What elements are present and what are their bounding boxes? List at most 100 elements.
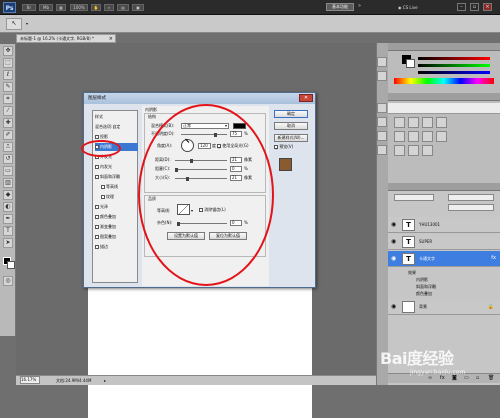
color-ramp[interactable] bbox=[394, 78, 494, 84]
gradient-map-adjust-icon[interactable] bbox=[422, 145, 433, 156]
style-checkbox[interactable] bbox=[95, 215, 99, 219]
style-item[interactable]: 内发光 bbox=[95, 163, 138, 171]
blend-mode-dropdown[interactable] bbox=[394, 194, 434, 201]
style-item[interactable]: 混合选项:自定 bbox=[95, 123, 138, 131]
arrange-documents-icon[interactable]: ▤ bbox=[117, 4, 129, 11]
delete-layer-icon[interactable]: 🗑 bbox=[488, 375, 494, 381]
path-select-tool-icon[interactable]: ➤ bbox=[3, 238, 13, 248]
bridge-button[interactable]: Br bbox=[22, 4, 36, 11]
lasso-tool-icon[interactable]: ℓ bbox=[3, 70, 13, 80]
new-style-button[interactable]: 新建样式(W)... bbox=[274, 134, 308, 142]
vibrance-adjust-icon[interactable] bbox=[394, 131, 405, 142]
effect-item[interactable]: 内阴影 bbox=[416, 276, 428, 283]
brightness-adjust-icon[interactable] bbox=[394, 117, 405, 128]
zoom-level-dropdown[interactable]: 100% bbox=[70, 4, 88, 11]
properties-panel-icon[interactable] bbox=[377, 71, 387, 81]
healing-brush-tool-icon[interactable]: ✚ bbox=[3, 118, 13, 128]
view-extras-icon[interactable]: ▦ bbox=[56, 4, 66, 11]
close-icon[interactable]: ✕ bbox=[299, 94, 313, 102]
style-checkbox[interactable] bbox=[101, 195, 105, 199]
exposure-adjust-icon[interactable] bbox=[436, 117, 447, 128]
chevron-down-icon[interactable]: ▾ bbox=[26, 21, 30, 26]
layer-row[interactable]: ◉ T SUPER bbox=[388, 234, 500, 250]
screen-mode-icon[interactable]: ▣ bbox=[132, 4, 144, 11]
style-item[interactable]: 斜面和浮雕 bbox=[95, 173, 138, 181]
history-panel-icon[interactable] bbox=[377, 57, 387, 67]
play-icon[interactable]: ▸ bbox=[104, 376, 106, 385]
paragraph-panel-icon[interactable] bbox=[377, 117, 387, 127]
opacity-field[interactable] bbox=[448, 194, 494, 201]
status-zoom[interactable]: 16.17% bbox=[20, 376, 40, 384]
ok-button[interactable]: 确定 bbox=[274, 110, 308, 118]
fx-icon[interactable]: fx bbox=[491, 255, 496, 261]
eyedropper-tool-icon[interactable]: ⁄ bbox=[3, 106, 13, 116]
move-tool-icon[interactable]: ✥ bbox=[3, 46, 13, 56]
hue-adjust-icon[interactable] bbox=[408, 131, 419, 142]
levels-adjust-icon[interactable] bbox=[408, 117, 419, 128]
fill-field[interactable] bbox=[448, 204, 494, 211]
blur-tool-icon[interactable]: ◆ bbox=[3, 190, 13, 200]
style-checkbox[interactable] bbox=[95, 245, 99, 249]
quick-mask-icon[interactable]: ◎ bbox=[3, 276, 13, 286]
quick-select-tool-icon[interactable]: ✎ bbox=[3, 82, 13, 92]
close-icon[interactable]: × bbox=[483, 3, 492, 11]
maximize-icon[interactable]: ▫ bbox=[470, 3, 479, 11]
clone-stamp-tool-icon[interactable]: ⎍ bbox=[3, 142, 13, 152]
red-slider[interactable] bbox=[418, 57, 490, 60]
curves-adjust-icon[interactable] bbox=[422, 117, 433, 128]
style-item[interactable]: 光泽 bbox=[95, 203, 138, 211]
marquee-tool-icon[interactable]: ⬚ bbox=[3, 58, 13, 68]
minimize-icon[interactable]: – bbox=[457, 3, 466, 11]
gradient-tool-icon[interactable]: ▥ bbox=[3, 178, 13, 188]
threshold-adjust-icon[interactable] bbox=[408, 145, 419, 156]
new-layer-icon[interactable]: ▫ bbox=[476, 375, 479, 381]
layers-panel-tabs[interactable] bbox=[388, 183, 500, 191]
style-item[interactable]: 图案叠加 bbox=[95, 233, 138, 241]
color-panel-background[interactable] bbox=[406, 59, 415, 68]
workspace-button[interactable]: 基本功能 bbox=[326, 3, 354, 11]
style-checkbox[interactable] bbox=[95, 235, 99, 239]
eye-icon[interactable]: ◉ bbox=[391, 221, 399, 229]
invert-adjust-icon[interactable] bbox=[394, 145, 405, 156]
background-color-swatch[interactable] bbox=[7, 261, 15, 269]
blue-slider[interactable] bbox=[418, 71, 490, 74]
dodge-tool-icon[interactable]: ◐ bbox=[3, 202, 13, 212]
style-checkbox[interactable] bbox=[95, 205, 99, 209]
black-white-adjust-icon[interactable] bbox=[436, 131, 447, 142]
expand-workspace-icon[interactable]: » bbox=[358, 3, 368, 11]
eye-icon[interactable]: ◉ bbox=[391, 238, 399, 246]
eye-icon[interactable]: ◉ bbox=[391, 255, 399, 263]
style-item[interactable]: 颜色叠加 bbox=[95, 213, 138, 221]
minibridge-button[interactable]: Mb bbox=[39, 4, 53, 11]
cs-live-button[interactable]: ◉ CS Live bbox=[398, 3, 430, 12]
style-item[interactable]: 样式 bbox=[95, 113, 138, 121]
layer-row[interactable]: ◉ T YHU13001 bbox=[388, 217, 500, 233]
tool-preset-picker[interactable]: ↖ bbox=[6, 18, 22, 30]
style-item[interactable]: 描边 bbox=[95, 243, 138, 251]
hand-tool-icon[interactable]: ✋ bbox=[91, 4, 101, 11]
style-checkbox[interactable] bbox=[95, 135, 99, 139]
color-panel-tabs[interactable] bbox=[388, 43, 500, 51]
document-tab[interactable]: 未标题-1 @ 16.2% (卡通文字, RGB/8) * × bbox=[16, 34, 116, 43]
cancel-button[interactable]: 取消 bbox=[274, 122, 308, 130]
close-tab-icon[interactable]: × bbox=[109, 36, 113, 42]
effect-item[interactable]: 颜色叠加 bbox=[416, 290, 432, 297]
character-panel-icon[interactable] bbox=[377, 103, 387, 113]
style-checkbox[interactable] bbox=[95, 165, 99, 169]
style-checkbox[interactable] bbox=[101, 185, 105, 189]
eye-icon[interactable]: ◉ bbox=[391, 303, 399, 311]
zoom-tool-icon[interactable]: ⌕ bbox=[104, 4, 114, 11]
history-brush-tool-icon[interactable]: ↺ bbox=[3, 154, 13, 164]
brush-panel-icon[interactable] bbox=[377, 131, 387, 141]
pen-tool-icon[interactable]: ✒ bbox=[3, 214, 13, 224]
brush-tool-icon[interactable]: ✐ bbox=[3, 130, 13, 140]
type-tool-icon[interactable]: T bbox=[3, 226, 13, 236]
layer-row[interactable]: ◉ 背景 🔒 bbox=[388, 299, 500, 315]
adjustments-panel-tabs[interactable] bbox=[388, 93, 500, 101]
style-checkbox[interactable] bbox=[95, 175, 99, 179]
effects-title[interactable]: 效果 bbox=[408, 269, 416, 276]
layer-row-selected[interactable]: ◉ T 卡通文字 fx bbox=[388, 251, 500, 267]
style-checkbox[interactable] bbox=[95, 225, 99, 229]
preview-checkbox[interactable]: ✓ 预览(V) bbox=[274, 144, 293, 151]
green-slider[interactable] bbox=[418, 64, 490, 67]
